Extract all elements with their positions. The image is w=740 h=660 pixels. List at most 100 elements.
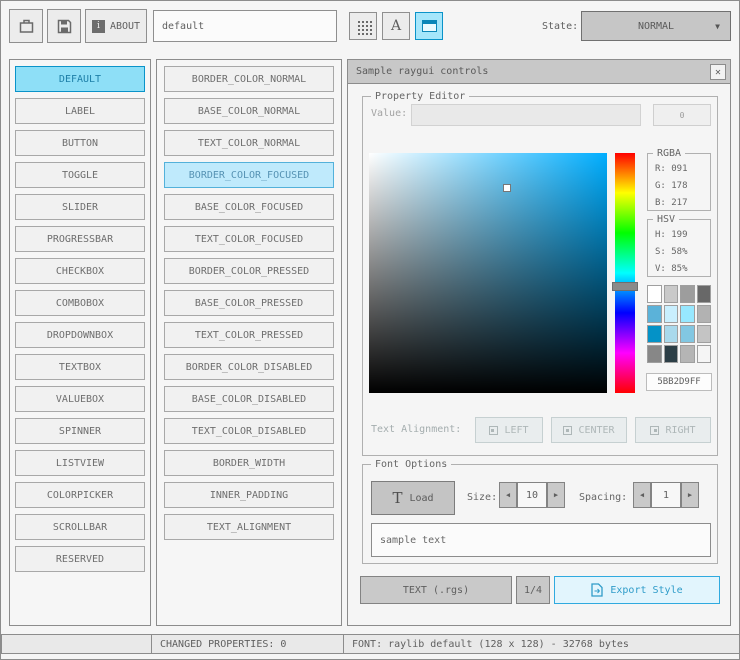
palette-swatch[interactable] xyxy=(663,345,678,363)
sample-window-header[interactable]: Sample raygui controls xyxy=(348,60,730,84)
property-item-base-color-focused[interactable]: BASE_COLOR_FOCUSED xyxy=(164,194,334,220)
control-item-textbox[interactable]: TEXTBOX xyxy=(15,354,145,380)
palette-swatch[interactable] xyxy=(680,325,695,343)
value-input[interactable] xyxy=(411,104,641,126)
grid-view-button[interactable] xyxy=(349,12,377,40)
size-decrease-button[interactable]: ◀ xyxy=(499,482,517,508)
style-name-input[interactable] xyxy=(153,10,337,42)
palette-swatch[interactable] xyxy=(696,325,711,343)
palette-swatch[interactable] xyxy=(696,345,711,363)
style-editor-button[interactable] xyxy=(415,12,443,40)
control-item-toggle[interactable]: TOGGLE xyxy=(15,162,145,188)
spacing-value[interactable]: 1 xyxy=(651,482,681,508)
property-item-text-alignment[interactable]: TEXT_ALIGNMENT xyxy=(164,514,334,540)
property-item-border-color-normal[interactable]: BORDER_COLOR_NORMAL xyxy=(164,66,334,92)
about-button[interactable]: i ABOUT xyxy=(85,9,147,43)
close-icon: ✕ xyxy=(714,67,722,77)
property-item-base-color-disabled[interactable]: BASE_COLOR_DISABLED xyxy=(164,386,334,412)
palette-swatch[interactable] xyxy=(663,285,678,303)
control-item-default[interactable]: DEFAULT xyxy=(15,66,145,92)
color-saturation-value-picker[interactable] xyxy=(369,153,607,393)
property-item-inner-padding[interactable]: INNER_PADDING xyxy=(164,482,334,508)
align-center-label: CENTER xyxy=(578,424,615,436)
palette-swatch[interactable] xyxy=(647,305,662,323)
control-item-spinner[interactable]: SPINNER xyxy=(15,418,145,444)
hsv-h-value: H: 199 xyxy=(655,230,688,240)
window-icon xyxy=(421,20,437,32)
value-apply-button[interactable]: 0 xyxy=(653,104,711,126)
align-right-button[interactable]: RIGHT xyxy=(635,417,711,443)
format-pager-button[interactable]: 1/4 xyxy=(516,576,550,604)
font-letter-icon: A xyxy=(390,18,402,34)
spacing-label: Spacing: xyxy=(579,492,628,503)
palette-swatch[interactable] xyxy=(696,285,711,303)
size-label: Size: xyxy=(467,492,498,503)
control-item-progressbar[interactable]: PROGRESSBAR xyxy=(15,226,145,252)
palette-swatch[interactable] xyxy=(680,305,695,323)
control-item-button[interactable]: BUTTON xyxy=(15,130,145,156)
palette-swatch[interactable] xyxy=(647,285,662,303)
align-left-icon xyxy=(489,425,499,435)
info-icon: i xyxy=(91,19,105,33)
align-left-button[interactable]: LEFT xyxy=(475,417,543,443)
changed-properties-text: CHANGED PROPERTIES: 0 xyxy=(160,638,287,650)
new-file-button[interactable] xyxy=(9,9,43,43)
spacing-decrease-button[interactable]: ◀ xyxy=(633,482,651,508)
palette-swatch[interactable] xyxy=(647,345,662,363)
color-picker-cursor[interactable] xyxy=(503,184,511,192)
size-increase-button[interactable]: ▶ xyxy=(547,482,565,508)
load-font-button[interactable]: T Load xyxy=(371,481,455,515)
palette-swatch[interactable] xyxy=(663,305,678,323)
property-item-border-color-pressed[interactable]: BORDER_COLOR_PRESSED xyxy=(164,258,334,284)
state-dropdown-value: NORMAL xyxy=(637,20,675,32)
palette-swatch[interactable] xyxy=(680,285,695,303)
close-button[interactable]: ✕ xyxy=(710,64,726,80)
hue-slider-handle[interactable] xyxy=(612,282,638,291)
control-item-checkbox[interactable]: CHECKBOX xyxy=(15,258,145,284)
property-item-text-color-normal[interactable]: TEXT_COLOR_NORMAL xyxy=(164,130,334,156)
hsv-s-value: S: 58% xyxy=(655,247,688,257)
rgba-r-value: R: 091 xyxy=(655,164,688,174)
property-item-text-color-focused[interactable]: TEXT_COLOR_FOCUSED xyxy=(164,226,334,252)
export-style-button[interactable]: Export Style xyxy=(554,576,720,604)
state-dropdown[interactable]: NORMAL ▼ xyxy=(581,11,731,41)
rgba-group: RGBA R: 091 G: 178 B: 217 xyxy=(647,147,711,211)
control-item-reserved[interactable]: RESERVED xyxy=(15,546,145,572)
property-item-text-color-pressed[interactable]: TEXT_COLOR_PRESSED xyxy=(164,322,334,348)
align-right-label: RIGHT xyxy=(665,424,696,436)
save-button[interactable] xyxy=(47,9,81,43)
align-center-button[interactable]: CENTER xyxy=(551,417,627,443)
rguistyler-window: i ABOUT A State: NORMAL ▼ DEFAULT LABEL … xyxy=(0,0,740,660)
size-value[interactable]: 10 xyxy=(517,482,547,508)
font-button[interactable]: A xyxy=(382,12,410,40)
control-item-scrollbar[interactable]: SCROLLBAR xyxy=(15,514,145,540)
control-item-colorpicker[interactable]: COLORPICKER xyxy=(15,482,145,508)
status-changed-properties: CHANGED PROPERTIES: 0 xyxy=(151,634,344,654)
export-format-button[interactable]: TEXT (.rgs) xyxy=(360,576,512,604)
palette-swatch[interactable] xyxy=(663,325,678,343)
rgba-title: RGBA xyxy=(653,147,686,160)
palette-swatch[interactable] xyxy=(680,345,695,363)
palette-swatch[interactable] xyxy=(647,325,662,343)
palette-swatch[interactable] xyxy=(696,305,711,323)
control-item-valuebox[interactable]: VALUEBOX xyxy=(15,386,145,412)
hue-bar[interactable] xyxy=(615,153,635,393)
property-item-border-color-disabled[interactable]: BORDER_COLOR_DISABLED xyxy=(164,354,334,380)
property-item-base-color-normal[interactable]: BASE_COLOR_NORMAL xyxy=(164,98,334,124)
sample-text-box[interactable]: sample text xyxy=(371,523,711,557)
control-item-listview[interactable]: LISTVIEW xyxy=(15,450,145,476)
control-item-label[interactable]: LABEL xyxy=(15,98,145,124)
property-item-base-color-pressed[interactable]: BASE_COLOR_PRESSED xyxy=(164,290,334,316)
property-item-border-width[interactable]: BORDER_WIDTH xyxy=(164,450,334,476)
properties-list-panel: BORDER_COLOR_NORMAL BASE_COLOR_NORMAL TE… xyxy=(156,59,342,626)
control-item-combobox[interactable]: COMBOBOX xyxy=(15,290,145,316)
property-item-border-color-focused[interactable]: BORDER_COLOR_FOCUSED xyxy=(164,162,334,188)
property-item-text-color-disabled[interactable]: TEXT_COLOR_DISABLED xyxy=(164,418,334,444)
hsv-title: HSV xyxy=(653,213,680,226)
hex-value-box[interactable]: 5BB2D9FF xyxy=(646,373,712,391)
chevron-down-icon: ▼ xyxy=(715,22,720,31)
control-item-dropdownbox[interactable]: DROPDOWNBOX xyxy=(15,322,145,348)
spacing-increase-button[interactable]: ▶ xyxy=(681,482,699,508)
property-editor-title: Property Editor xyxy=(371,90,470,103)
control-item-slider[interactable]: SLIDER xyxy=(15,194,145,220)
